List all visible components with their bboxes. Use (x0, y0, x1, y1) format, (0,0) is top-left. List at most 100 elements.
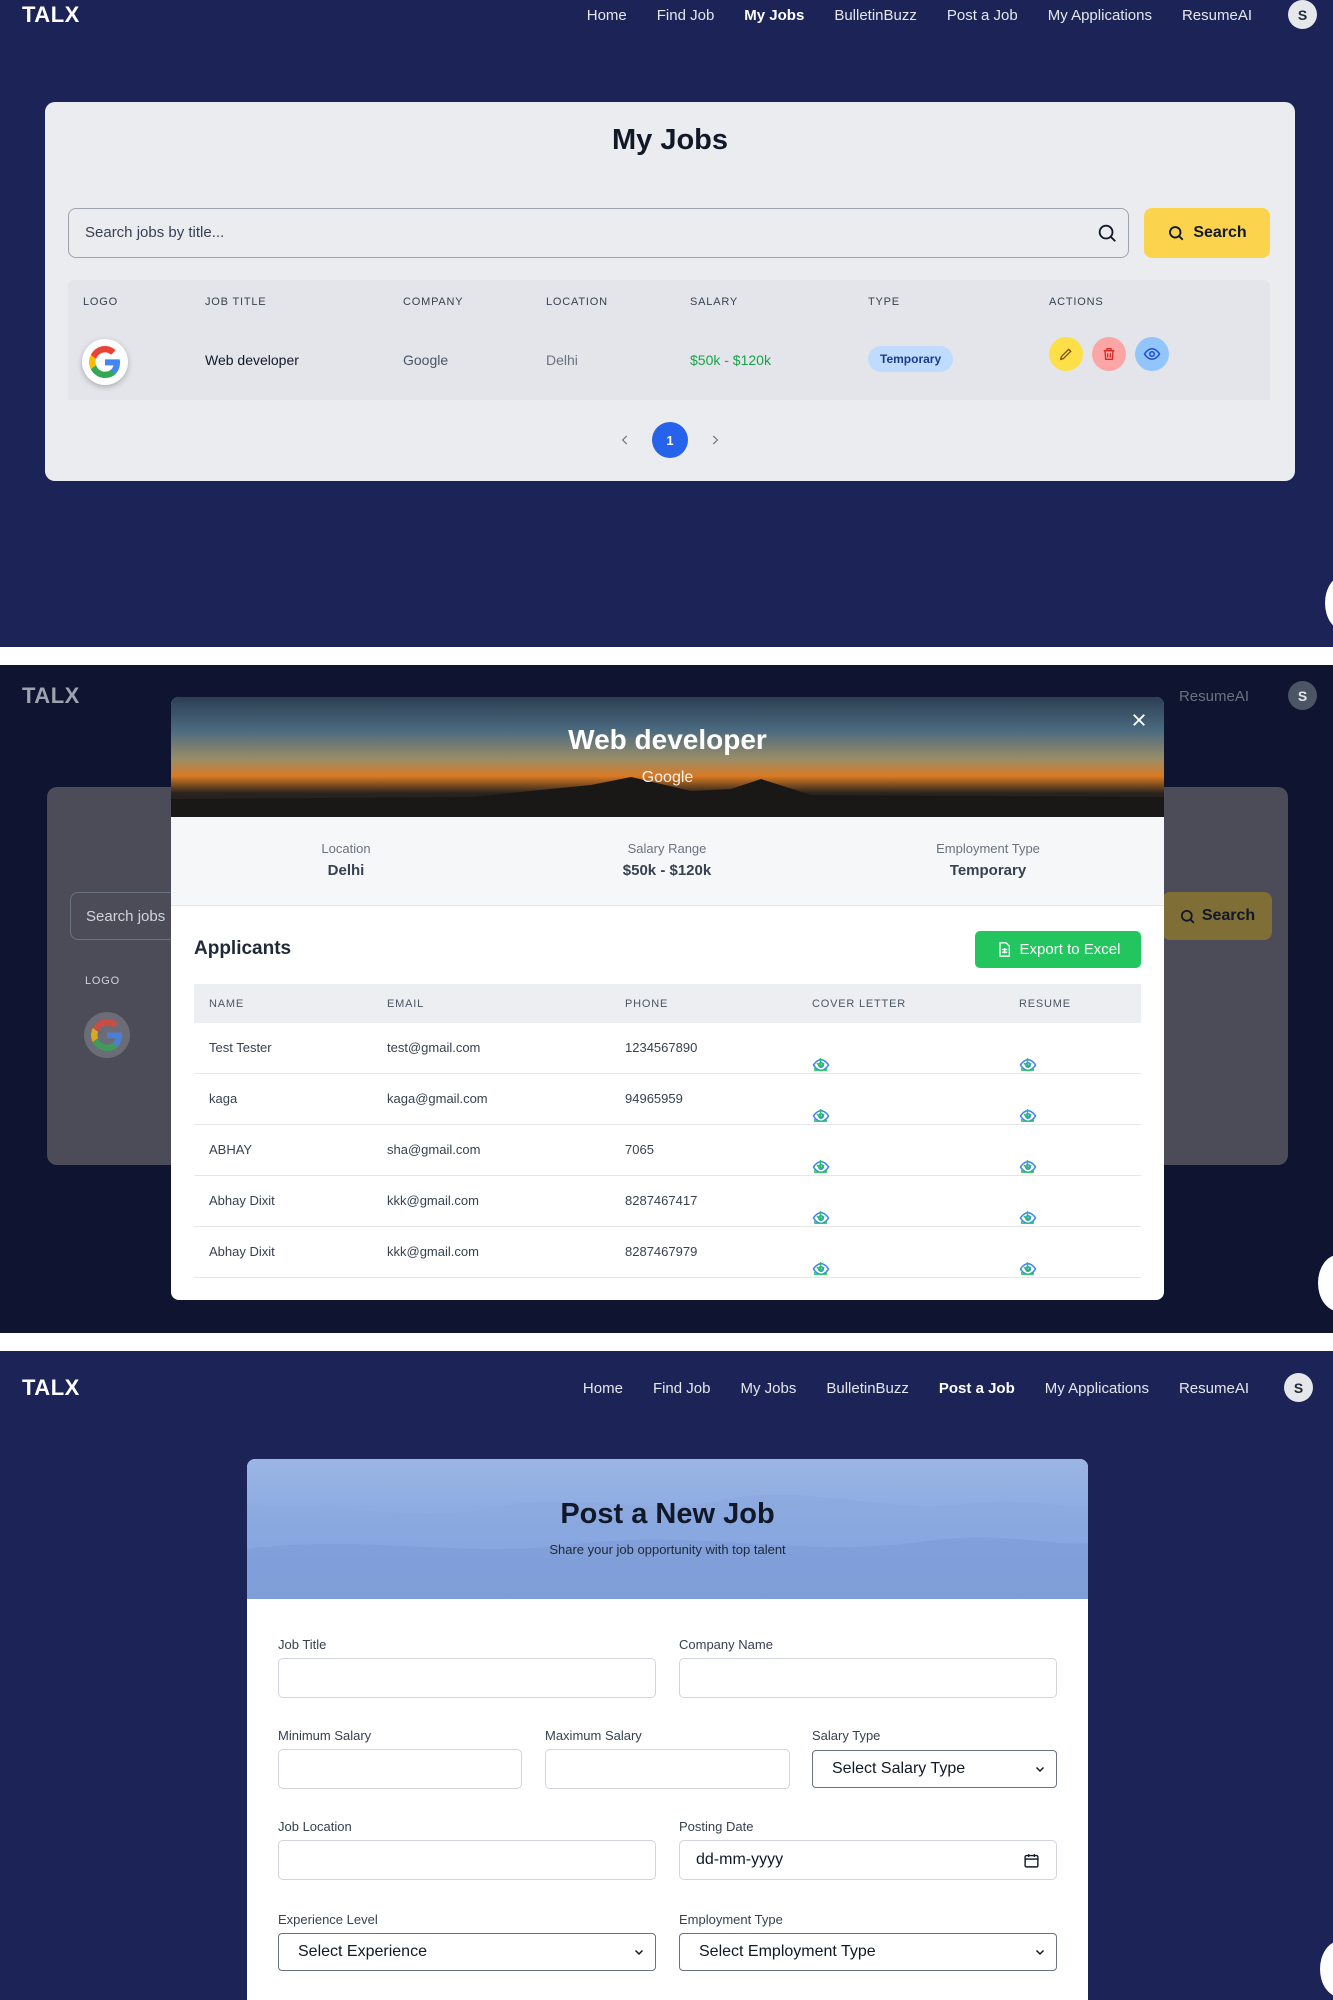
posting-date-label: Posting Date (679, 1819, 754, 1834)
min-salary-field[interactable] (278, 1749, 522, 1789)
applicant-phone: 1234567890 (625, 1040, 698, 1055)
spreadsheet-icon (998, 942, 1010, 957)
stat-label: Salary Range (627, 841, 707, 856)
hills-silhouette (247, 1494, 1088, 1599)
job-title-field[interactable] (278, 1658, 656, 1698)
dimmed-search-button: Search (1162, 892, 1272, 940)
nav-my-jobs[interactable]: My Jobs (744, 7, 804, 24)
nav-resumeai[interactable]: ResumeAI (1179, 1380, 1249, 1397)
nav-resumeai[interactable]: ResumeAI (1182, 7, 1252, 24)
nav-my-applications[interactable]: My Applications (1048, 7, 1152, 24)
chat-fab[interactable] (1320, 1941, 1333, 1997)
min-salary-label: Minimum Salary (278, 1728, 372, 1743)
header-logo: LOGO (83, 296, 118, 308)
stat-salary-range: Salary Range $50k - $120k (567, 841, 767, 879)
header-type: TYPE (868, 296, 900, 308)
chat-fab[interactable] (1325, 575, 1333, 631)
stat-value: Delhi (327, 862, 365, 879)
header-cover-letter: COVER LETTER (812, 998, 906, 1010)
chevron-left-icon[interactable] (618, 433, 632, 447)
experience-select[interactable]: Select Experience (278, 1933, 656, 1971)
trash-icon (1103, 348, 1115, 360)
modal-title: Web developer (568, 724, 767, 755)
download-icon[interactable] (1019, 1158, 1036, 1178)
search-button[interactable]: Search (1144, 208, 1270, 258)
experience-value: Select Experience (298, 1943, 427, 1960)
close-icon[interactable] (1130, 711, 1148, 734)
header-location: LOCATION (546, 296, 608, 308)
search-icon[interactable] (1096, 222, 1118, 249)
applicant-name: Abhay Dixit (209, 1244, 275, 1259)
post-job-title: Post a New Job (560, 1498, 775, 1530)
chevron-down-icon (1035, 1949, 1045, 1956)
applicant-name: kaga (209, 1091, 238, 1106)
delete-button[interactable] (1092, 337, 1126, 371)
nav-post-a-job[interactable]: Post a Job (947, 7, 1018, 24)
header-resume: RESUME (1019, 998, 1071, 1010)
nav-find-job[interactable]: Find Job (657, 7, 715, 24)
export-excel-button[interactable]: Export to Excel (975, 931, 1141, 968)
nav-bulletinbuzz[interactable]: BulletinBuzz (834, 7, 917, 24)
search-input[interactable]: Search jobs by title... (68, 208, 1129, 258)
company-name-label: Company Name (679, 1637, 773, 1652)
stat-value: Temporary (949, 862, 1027, 879)
download-icon[interactable] (812, 1209, 829, 1229)
nav-links: Home Find Job My Jobs BulletinBuzz Post … (583, 1380, 1249, 1397)
applicants-modal: Web developer Google Location Delhi Sala… (171, 697, 1164, 1300)
nav-home[interactable]: Home (583, 1380, 623, 1397)
table-row: Web developer Google Delhi $50k - $120k … (68, 320, 1270, 400)
applicants-modal-screen: TALX ResumeAI S Search jobs Search LOGO … (0, 665, 1333, 1333)
location-cell: Delhi (546, 352, 578, 368)
dimmed-search-placeholder: Search jobs (86, 908, 166, 925)
download-icon[interactable] (812, 1260, 829, 1280)
calendar-icon[interactable] (1023, 1852, 1040, 1869)
posting-date-field[interactable]: dd-mm-yyyy (679, 1840, 1057, 1880)
nav-post-a-job[interactable]: Post a Job (939, 1380, 1015, 1397)
job-location-field[interactable] (278, 1840, 656, 1880)
job-title-label: Job Title (278, 1637, 327, 1652)
pencil-icon (1059, 348, 1072, 361)
top-nav: TALX Home Find Job My Jobs BulletinBuzz … (0, 1373, 1333, 1405)
my-jobs-screen: TALX Home Find Job My Jobs BulletinBuzz … (0, 0, 1333, 647)
view-button[interactable] (1135, 337, 1169, 371)
download-icon[interactable] (812, 1158, 829, 1178)
max-salary-field[interactable] (545, 1749, 790, 1789)
download-icon[interactable] (1019, 1209, 1036, 1229)
search-placeholder: Search jobs by title... (85, 224, 225, 241)
nav-home[interactable]: Home (587, 7, 627, 24)
avatar[interactable]: S (1284, 1373, 1313, 1402)
download-icon[interactable] (812, 1056, 829, 1076)
brand-logo[interactable]: TALX (22, 2, 80, 28)
chevron-right-icon[interactable] (708, 433, 722, 447)
download-icon[interactable] (1019, 1260, 1036, 1280)
modal-company: Google (641, 769, 694, 786)
nav-my-applications[interactable]: My Applications (1045, 1380, 1149, 1397)
company-name-field[interactable] (679, 1658, 1057, 1698)
page-title: My Jobs (611, 124, 729, 156)
chevron-down-icon (634, 1949, 644, 1956)
page-1-button[interactable]: 1 (652, 422, 688, 458)
table-row: Abhay Dixit kkk@gmail.com 8287467979 (194, 1227, 1141, 1278)
avatar[interactable]: S (1288, 0, 1317, 29)
stat-label: Location (321, 841, 371, 856)
brand-logo[interactable]: TALX (22, 1375, 80, 1401)
salary-type-select[interactable]: Select Salary Type (812, 1750, 1057, 1788)
nav-links: Home Find Job My Jobs BulletinBuzz Post … (587, 7, 1252, 24)
post-job-header-banner: Post a New Job Share your job opportunit… (247, 1459, 1088, 1599)
download-icon[interactable] (812, 1107, 829, 1127)
applicant-email: kkk@gmail.com (387, 1244, 479, 1259)
job-title-cell: Web developer (205, 352, 299, 368)
job-stats: Location Delhi Salary Range $50k - $120k… (171, 817, 1164, 906)
employment-type-select[interactable]: Select Employment Type (679, 1933, 1057, 1971)
nav-my-jobs[interactable]: My Jobs (740, 1380, 796, 1397)
stat-label: Employment Type (936, 841, 1040, 856)
download-icon[interactable] (1019, 1107, 1036, 1127)
header-company: COMPANY (403, 296, 464, 308)
nav-bulletinbuzz[interactable]: BulletinBuzz (826, 1380, 909, 1397)
download-icon[interactable] (1019, 1056, 1036, 1076)
nav-find-job[interactable]: Find Job (653, 1380, 711, 1397)
top-nav: TALX Home Find Job My Jobs BulletinBuzz … (0, 0, 1333, 32)
edit-button[interactable] (1049, 337, 1083, 371)
chat-fab[interactable] (1318, 1255, 1333, 1311)
header-phone: PHONE (625, 998, 669, 1010)
